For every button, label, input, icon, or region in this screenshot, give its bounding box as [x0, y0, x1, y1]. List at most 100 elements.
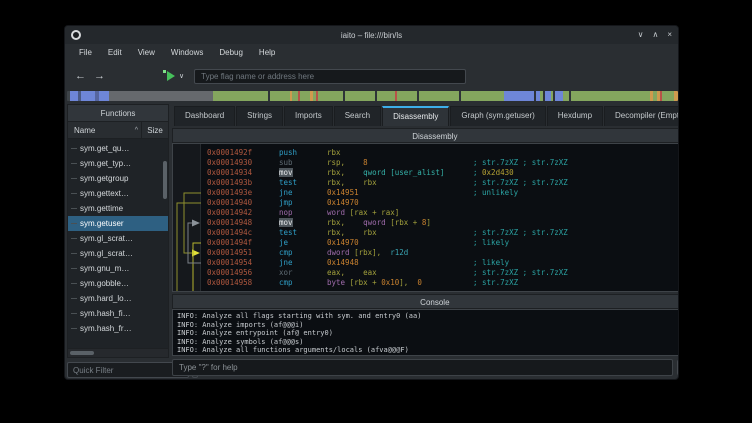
function-name: sym.gnu_m…: [80, 264, 129, 273]
tree-branch-icon[interactable]: [71, 283, 77, 284]
memory-segment: [504, 91, 534, 101]
tree-branch-icon[interactable]: [71, 328, 77, 329]
disassembly-line[interactable]: 0x00014930 sub rsp, 8 ; str.7zXZ ; str.7…: [201, 158, 679, 168]
console-submit-button[interactable]: →: [677, 359, 679, 376]
maximize-icon[interactable]: ∧: [652, 26, 658, 44]
tab[interactable]: Search: [334, 106, 381, 126]
address: 0x00014940: [207, 198, 252, 208]
operands: eax, eax: [327, 268, 377, 278]
tree-branch-icon[interactable]: [71, 193, 77, 194]
tab[interactable]: Dashboard: [174, 106, 235, 126]
flag-search-input[interactable]: [194, 69, 466, 84]
function-list-item[interactable]: sym.hash_fi…: [68, 306, 168, 321]
disassembly-line[interactable]: 0x00014940 jmp 0x14970: [201, 198, 679, 208]
tree-branch-icon[interactable]: [71, 313, 77, 314]
tree-branch-icon[interactable]: [71, 223, 77, 224]
functions-column-header[interactable]: Name ^ Size: [67, 122, 169, 139]
token: cmp: [279, 278, 293, 287]
tree-branch-icon[interactable]: [71, 238, 77, 239]
tab[interactable]: Hexdump: [547, 106, 603, 126]
console-log-line: INFO: Analyze entrypoint (af@ entry0): [177, 329, 679, 338]
functions-vertical-scrollbar[interactable]: [163, 161, 167, 199]
forward-icon[interactable]: →: [94, 70, 105, 82]
function-list-item[interactable]: sym.get_typ…: [68, 156, 168, 171]
function-list-item[interactable]: sym.gl_scrat…: [68, 231, 168, 246]
tab[interactable]: Graph (sym.getuser): [450, 106, 545, 126]
quick-filter-input[interactable]: [67, 362, 189, 378]
token: jmp: [279, 198, 293, 207]
token: [rbx],: [354, 248, 381, 257]
function-list-item[interactable]: sym.gnu_m…: [68, 261, 168, 276]
jump-arrow-gutter: [173, 144, 201, 291]
disassembly-line[interactable]: 0x0001493b test rbx, rbx ; str.7zXZ ; st…: [201, 178, 679, 188]
disassembly-line[interactable]: 0x0001494c test rbx, rbx ; str.7zXZ ; st…: [201, 228, 679, 238]
tree-branch-icon[interactable]: [71, 268, 77, 269]
tab[interactable]: Strings: [236, 106, 283, 126]
function-list-item[interactable]: sym.hash_fr…: [68, 321, 168, 336]
minimize-icon[interactable]: ∨: [638, 26, 644, 44]
tree-branch-icon[interactable]: [71, 298, 77, 299]
column-size[interactable]: Size: [142, 126, 168, 135]
column-name[interactable]: Name: [68, 126, 135, 135]
menu-item[interactable]: File: [71, 44, 100, 62]
close-icon[interactable]: ×: [667, 26, 672, 44]
function-list-item[interactable]: sym.get_qu…: [68, 141, 168, 156]
token: eax,: [327, 268, 345, 277]
menu-item[interactable]: Debug: [211, 44, 251, 62]
function-list-item[interactable]: sym.getuser: [68, 216, 168, 231]
function-name: sym.get_typ…: [80, 159, 131, 168]
operands: 0x14970: [327, 198, 359, 208]
function-list-item[interactable]: sym.gettext…: [68, 186, 168, 201]
tree-branch-icon[interactable]: [71, 148, 77, 149]
tab[interactable]: Disassembly: [382, 106, 449, 126]
scrollbar-thumb[interactable]: [70, 351, 94, 355]
function-list-item[interactable]: sym.getgroup: [68, 171, 168, 186]
disassembly-line[interactable]: 0x0001494f je 0x14970 ; likely: [201, 238, 679, 248]
memory-segment: [397, 91, 417, 101]
tree-branch-icon[interactable]: [71, 163, 77, 164]
function-name: sym.gettime: [80, 204, 123, 213]
disassembly-line[interactable]: 0x00014954 jne 0x14948 ; likely: [201, 258, 679, 268]
disassembly-line[interactable]: 0x00014958 cmp byte [rbx + 0x10], 0 ; st…: [201, 278, 679, 288]
tree-branch-icon[interactable]: [71, 208, 77, 209]
tree-branch-icon[interactable]: [71, 253, 77, 254]
disassembly-line[interactable]: 0x00014951 cmp dword [rbx], r12d: [201, 248, 679, 258]
disassembly-panel: 0x0001492f push rbx 0x00014930 sub rsp, …: [172, 143, 679, 292]
function-name: sym.hash_fr…: [80, 324, 132, 333]
menu-item[interactable]: Edit: [100, 44, 130, 62]
function-list-item[interactable]: sym.gl_scrat…: [68, 246, 168, 261]
disassembly-line[interactable]: 0x0001492f push rbx: [201, 148, 679, 158]
memory-segment: [419, 91, 459, 101]
menu-item[interactable]: Help: [251, 44, 283, 62]
token: mov: [279, 168, 293, 177]
menu-item[interactable]: Windows: [163, 44, 211, 62]
token: rbx,: [327, 178, 345, 187]
function-name: sym.getgroup: [80, 174, 128, 183]
memory-map-bar[interactable]: [65, 90, 678, 102]
address: 0x0001492f: [207, 148, 252, 158]
memory-segment: [99, 91, 109, 101]
token: [408, 278, 417, 287]
menu-item[interactable]: View: [130, 44, 163, 62]
console-command-input[interactable]: [172, 359, 673, 376]
function-list-item[interactable]: sym.gobble…: [68, 276, 168, 291]
disassembly-line[interactable]: 0x00014956 xor eax, eax ; str.7zXZ ; str…: [201, 268, 679, 278]
back-icon[interactable]: ←: [75, 70, 86, 82]
functions-horizontal-scrollbar[interactable]: [67, 349, 169, 358]
function-list-item[interactable]: sym.hard_lo…: [68, 291, 168, 306]
tab[interactable]: Imports: [284, 106, 333, 126]
address: 0x00014948: [207, 218, 252, 228]
token: push: [279, 148, 297, 157]
token: [345, 158, 363, 167]
disassembly-line[interactable]: 0x0001493e jne 0x14951 ; unlikely: [201, 188, 679, 198]
disassembly-line[interactable]: 0x00014934 mov rbx, qword [user_alist] ;…: [201, 168, 679, 178]
function-list-item[interactable]: sym.gettime: [68, 201, 168, 216]
tree-branch-icon[interactable]: [71, 178, 77, 179]
comment: ; str.7zXZ: [473, 278, 518, 288]
token: jne: [279, 258, 293, 267]
disassembly-line[interactable]: 0x00014942 nop word [rax + rax]: [201, 208, 679, 218]
analysis-run-button[interactable]: ∨: [167, 71, 184, 81]
disassembly-line[interactable]: 0x00014948 mov rbx, qword [rbx + 8]: [201, 218, 679, 228]
tab[interactable]: Decompiler (Empty): [604, 106, 679, 126]
operands: rbx, qword [user_alist]: [327, 168, 444, 178]
